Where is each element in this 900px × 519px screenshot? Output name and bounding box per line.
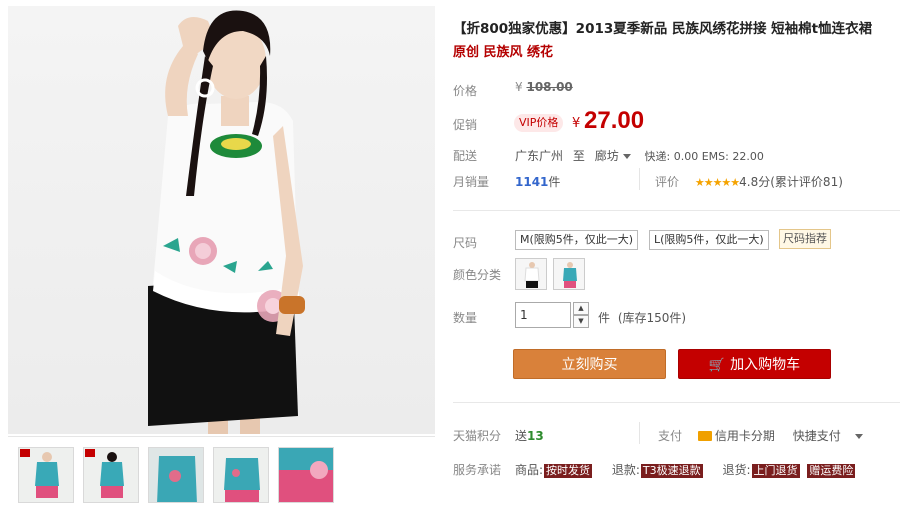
thumbnail-1[interactable] <box>18 447 74 503</box>
points-label: 天猫积分 <box>453 429 502 443</box>
thumbnail-4[interactable] <box>213 447 269 503</box>
points-value: 送13 <box>515 427 544 444</box>
current-price: 27.00 <box>584 107 645 134</box>
thumbnail-5[interactable] <box>278 447 334 503</box>
home-return-tag[interactable]: 上门退货 <box>751 464 800 478</box>
shipping-from: 广东广州 <box>515 149 564 163</box>
monthly-sales-label: 月销量 <box>453 175 490 189</box>
size-guide-link[interactable]: 尺码指荐 <box>779 229 831 249</box>
white-dress-icon <box>516 259 546 289</box>
section-divider-2 <box>453 402 900 403</box>
original-price: ¥ 108.00 <box>515 80 573 94</box>
shipping-destination: 廊坊 <box>594 149 619 163</box>
size-label: 尺码 <box>453 236 478 250</box>
on-time-delivery-tag[interactable]: 按时发货 <box>544 464 593 478</box>
shipping-info: 广东广州 至 廊坊 快递: 0.00 EMS: 22.00 <box>515 147 764 164</box>
cart-icon: 🛒 <box>708 358 726 373</box>
chevron-down-icon <box>622 154 631 159</box>
add-to-cart-button[interactable]: 🛒 加入购物车 <box>678 349 831 379</box>
product-title: 【折800独家优惠】2013夏季新品 民族风绣花拼接 短袖棉t恤连衣裙 <box>453 21 873 37</box>
payment-label: 支付 <box>658 429 683 443</box>
credit-card-icon <box>697 431 712 441</box>
rating-label: 评价 <box>655 175 680 189</box>
size-option-l[interactable]: L(限购5件，仅此一大) <box>649 230 769 250</box>
goods-label: 商品: <box>515 463 544 477</box>
divider <box>639 422 640 444</box>
promo-label: 促销 <box>453 118 478 132</box>
color-swatch-blue[interactable] <box>553 258 585 290</box>
monthly-sales-count: 1141 <box>515 175 549 189</box>
monthly-sales: 1141件 <box>515 173 560 190</box>
color-label: 颜色分类 <box>453 268 502 282</box>
chevron-down-icon <box>854 434 863 439</box>
points-number: 13 <box>527 429 544 443</box>
return-label: 退货: <box>722 463 751 477</box>
payment-options: 支付 信用卡分期 快捷支付 <box>658 427 863 444</box>
buy-now-button[interactable]: 立刻购买 <box>513 349 666 379</box>
refund-label: 退款: <box>611 463 640 477</box>
price-label: 价格 <box>453 84 478 98</box>
blue-dress-icon <box>554 259 584 289</box>
thumbnail-3[interactable] <box>148 447 204 503</box>
quick-pay-label: 快捷支付 <box>792 429 841 443</box>
add-to-cart-label: 加入购物车 <box>730 357 801 373</box>
star-rating-icon: ★★★★★ <box>694 176 740 189</box>
product-details: 【折800独家优惠】2013夏季新品 民族风绣花拼接 短袖棉t恤连衣裙 原创 民… <box>453 0 900 519</box>
service-label: 服务承诺 <box>453 463 502 477</box>
shipping-fees: 快递: 0.00 EMS: 22.00 <box>644 150 764 163</box>
quantity-stock: 件 (库存150件) <box>598 309 686 326</box>
shipping-insurance-tag[interactable]: 赠运费险 <box>807 464 856 478</box>
color-swatch-white[interactable] <box>515 258 547 290</box>
quantity-input[interactable]: 1 <box>515 302 571 328</box>
review-count: (累计评价81) <box>770 175 843 189</box>
main-product-image[interactable] <box>8 6 435 434</box>
thumbnail-strip <box>8 436 435 514</box>
original-price-value: 108.00 <box>526 80 573 94</box>
quantity-increase-icon[interactable]: ▲ <box>573 302 589 315</box>
current-price-currency: ¥ <box>572 116 581 131</box>
fast-refund-tag[interactable]: T3极速退款 <box>640 464 703 478</box>
shipping-label: 配送 <box>453 149 478 163</box>
quantity-decrease-icon[interactable]: ▼ <box>573 315 589 328</box>
rating-block[interactable]: 评价 ★★★★★4.8分(累计评价81) <box>655 173 843 190</box>
quantity-label: 数量 <box>453 311 478 325</box>
quantity-unit: 件 <box>598 311 611 325</box>
vip-price-badge: VIP价格 <box>514 114 564 132</box>
section-divider <box>453 210 900 211</box>
model-photo <box>148 10 305 434</box>
rating-score: 4.8分 <box>739 175 771 189</box>
quick-pay-dropdown[interactable]: 快捷支付 <box>793 429 863 443</box>
shipping-to-label: 至 <box>572 149 585 163</box>
thumbnail-2[interactable] <box>83 447 139 503</box>
shipping-destination-select[interactable]: 廊坊 <box>595 149 631 163</box>
monthly-sales-unit: 件 <box>548 175 561 189</box>
stock-count: (库存150件) <box>617 311 687 325</box>
service-guarantees: 商品: 按时发货 退款: T3极速退款 退货: 上门退货 赠运费险 <box>515 461 856 478</box>
product-subtitle: 原创 民族风 绣花 <box>453 45 554 60</box>
price-currency: ¥ <box>515 80 523 94</box>
points-prefix: 送 <box>515 429 528 443</box>
size-option-m[interactable]: M(限购5件，仅此一大) <box>515 230 639 250</box>
divider <box>639 168 640 190</box>
credit-installment-link[interactable]: 信用卡分期 <box>697 429 775 443</box>
credit-installment-label: 信用卡分期 <box>714 429 775 443</box>
